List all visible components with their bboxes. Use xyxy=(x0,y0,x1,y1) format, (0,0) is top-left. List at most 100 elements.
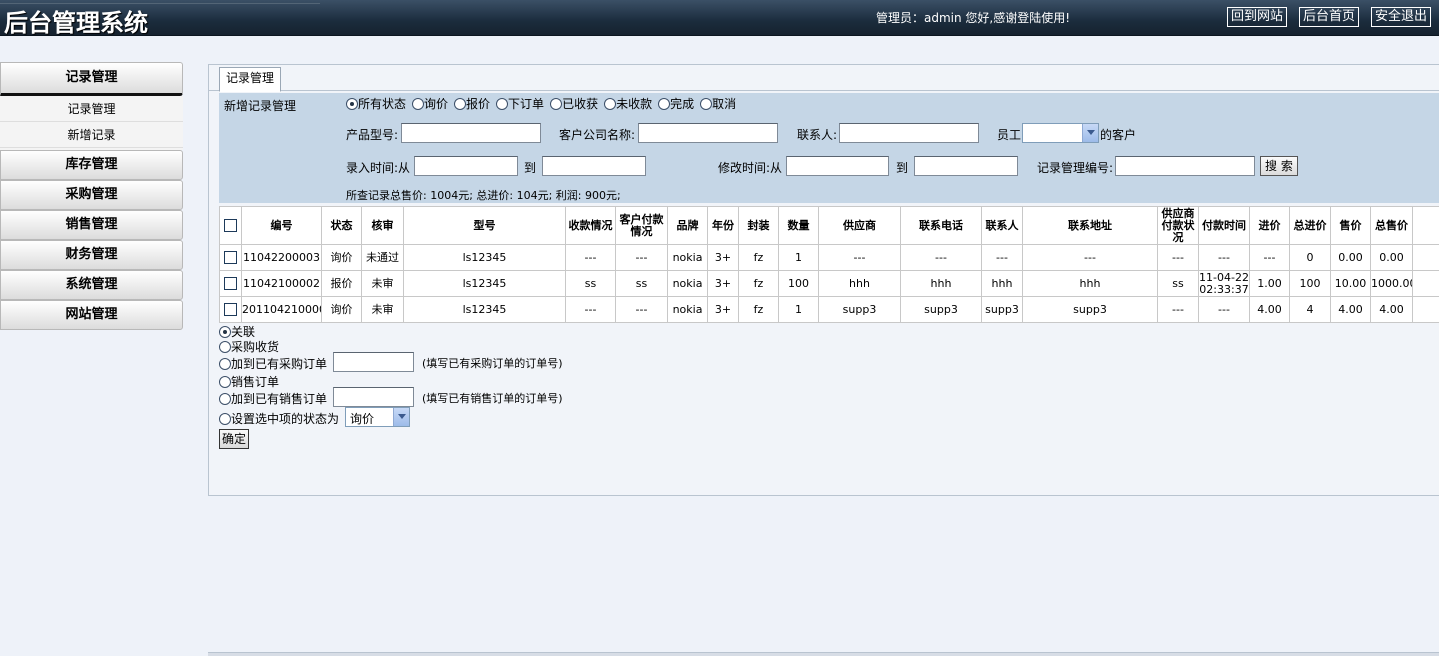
radio-icon[interactable] xyxy=(496,98,509,110)
bottom-frame-bar xyxy=(208,652,1439,656)
chevron-down-icon[interactable] xyxy=(1082,124,1098,142)
status-option-inquiry[interactable]: 询价 xyxy=(412,97,448,111)
table-cell: --- xyxy=(1249,244,1290,271)
record-no-label: 记录管理编号: xyxy=(1037,161,1114,175)
sidebar-menu-sales[interactable]: 销售管理 xyxy=(0,210,183,240)
contact-input[interactable] xyxy=(839,123,979,143)
status-option-quote[interactable]: 报价 xyxy=(454,97,490,111)
sales-order-input[interactable] xyxy=(333,387,414,407)
status-option-all[interactable]: 所有状态 xyxy=(346,97,406,111)
table-cell: 1 xyxy=(778,244,819,271)
radio-icon[interactable] xyxy=(454,98,467,110)
col-header: 付款时间 xyxy=(1198,206,1250,245)
modify-time-from-input[interactable] xyxy=(786,156,889,176)
product-model-label: 产品型号: xyxy=(346,128,399,142)
status-option-unpaid[interactable]: 未收款 xyxy=(604,97,652,111)
search-button[interactable]: 搜 索 xyxy=(1260,156,1298,176)
radio-icon[interactable] xyxy=(219,358,231,370)
table-cell: 100 xyxy=(778,270,819,297)
radio-icon[interactable] xyxy=(219,376,231,388)
col-header: 型号 xyxy=(403,206,566,245)
action-option-add-sales[interactable]: 加到已有销售订单 xyxy=(219,390,327,407)
col-header: 联系人 xyxy=(981,206,1023,245)
company-input[interactable] xyxy=(638,123,778,143)
sidebar-menu-website[interactable]: 网站管理 xyxy=(0,300,183,330)
radio-icon[interactable] xyxy=(658,98,671,110)
sidebar-item-new-record[interactable]: 新增记录 xyxy=(0,122,183,148)
row-select-cell[interactable] xyxy=(219,244,242,271)
row-select-cell[interactable] xyxy=(219,296,242,323)
table-cell: 100 xyxy=(1289,270,1331,297)
table-cell: ls12345 xyxy=(403,270,566,297)
entry-time-from-input[interactable] xyxy=(414,156,518,176)
radio-icon[interactable] xyxy=(550,98,563,110)
tab-strip: 记录管理 xyxy=(209,65,1439,92)
table-cell: 未审 xyxy=(361,270,404,297)
sidebar-menu-inventory[interactable]: 库存管理 xyxy=(0,150,183,180)
select-all-checkbox[interactable] xyxy=(224,219,237,232)
modify-time-to-label: 到 xyxy=(896,161,909,175)
table-cell: 11042200003 xyxy=(241,244,322,271)
table-cell: --- xyxy=(1022,244,1158,271)
table-cell: 4 xyxy=(1289,296,1331,323)
modify-time-to-input[interactable] xyxy=(914,156,1018,176)
radio-icon[interactable] xyxy=(219,393,231,405)
table-cell: nokia xyxy=(667,244,708,271)
table-cell: 4.00 xyxy=(1330,296,1371,323)
employee-select[interactable] xyxy=(1022,123,1099,143)
col-header: 进价 xyxy=(1249,206,1290,245)
table-cell: nokia xyxy=(667,270,708,297)
product-model-input[interactable] xyxy=(401,123,541,143)
action-option-set-status[interactable]: 设置选中项的状态为 xyxy=(219,410,339,427)
select-all-cell[interactable] xyxy=(219,206,242,245)
table-cell: --- xyxy=(565,296,616,323)
radio-icon[interactable] xyxy=(346,98,358,110)
sidebar-menu-records[interactable]: 记录管理 xyxy=(0,62,183,96)
table-row: 11042200003 询价 未通过 ls12345 --- --- nokia 3+ fz 1-… xyxy=(219,244,1439,271)
record-no-input[interactable] xyxy=(1115,156,1255,176)
sidebar-menu-finance[interactable]: 财务管理 xyxy=(0,240,183,270)
radio-icon[interactable] xyxy=(412,98,425,110)
tab-record-manage[interactable]: 记录管理 xyxy=(219,67,282,92)
purchase-order-input[interactable] xyxy=(333,352,414,372)
company-label: 客户公司名称: xyxy=(559,128,636,142)
table-cell: 0 xyxy=(1289,244,1331,271)
col-header: 总进价 xyxy=(1289,206,1331,245)
app-header: 后台管理系统 管理员：admin 您好,感谢登陆使用! 回到网站 后台首页 安全… xyxy=(0,0,1439,37)
radio-icon[interactable] xyxy=(219,413,231,425)
sidebar-menu-system[interactable]: 系统管理 xyxy=(0,270,183,300)
radio-icon[interactable] xyxy=(219,326,231,338)
row-select-cell[interactable] xyxy=(219,270,242,297)
row-checkbox[interactable] xyxy=(224,251,237,264)
status-option-received[interactable]: 已收获 xyxy=(550,97,598,111)
logout-button[interactable]: 安全退出 xyxy=(1371,7,1432,27)
radio-icon[interactable] xyxy=(604,98,617,110)
sidebar-menu-purchase[interactable]: 采购管理 xyxy=(0,180,183,210)
table-cell: 0.00 xyxy=(1330,244,1371,271)
status-option-order[interactable]: 下订单 xyxy=(496,97,544,111)
back-to-site-button[interactable]: 回到网站 xyxy=(1227,7,1288,27)
sidebar-item-record-manage[interactable]: 记录管理 xyxy=(0,96,183,122)
table-cell: supp3 xyxy=(818,296,901,323)
table-row: 11042100002 报价 未审 ls12345 ss ss nokia 3+ fz 100 hh… xyxy=(219,270,1439,297)
action-option-add-purchase[interactable]: 加到已有采购订单 xyxy=(219,355,327,372)
table-cell: ss xyxy=(615,270,668,297)
admin-home-button[interactable]: 后台首页 xyxy=(1299,7,1360,27)
confirm-button[interactable]: 确定 xyxy=(219,429,250,449)
table-cell: --- xyxy=(1198,244,1250,271)
customer-suffix: 的客户 xyxy=(1100,128,1137,142)
action-option-purchase-receive[interactable]: 采购收货 xyxy=(219,338,279,355)
status-option-done[interactable]: 完成 xyxy=(658,97,694,111)
entry-time-to-input[interactable] xyxy=(542,156,646,176)
chevron-down-icon[interactable] xyxy=(393,408,409,426)
radio-icon[interactable] xyxy=(219,341,231,353)
table-cell xyxy=(1412,296,1439,323)
action-option-sales-order[interactable]: 销售订单 xyxy=(219,373,279,390)
status-option-cancel[interactable]: 取消 xyxy=(700,97,736,111)
row-checkbox[interactable] xyxy=(224,303,237,316)
radio-icon[interactable] xyxy=(700,98,713,110)
records-table: 编号 状态 核审 型号 收款情况 客户付款情况 品牌 年份 封装 数量 供应商 … xyxy=(219,206,1439,323)
status-select[interactable]: 询价 xyxy=(345,407,410,427)
table-cell: ss xyxy=(1157,270,1199,297)
row-checkbox[interactable] xyxy=(224,277,237,290)
